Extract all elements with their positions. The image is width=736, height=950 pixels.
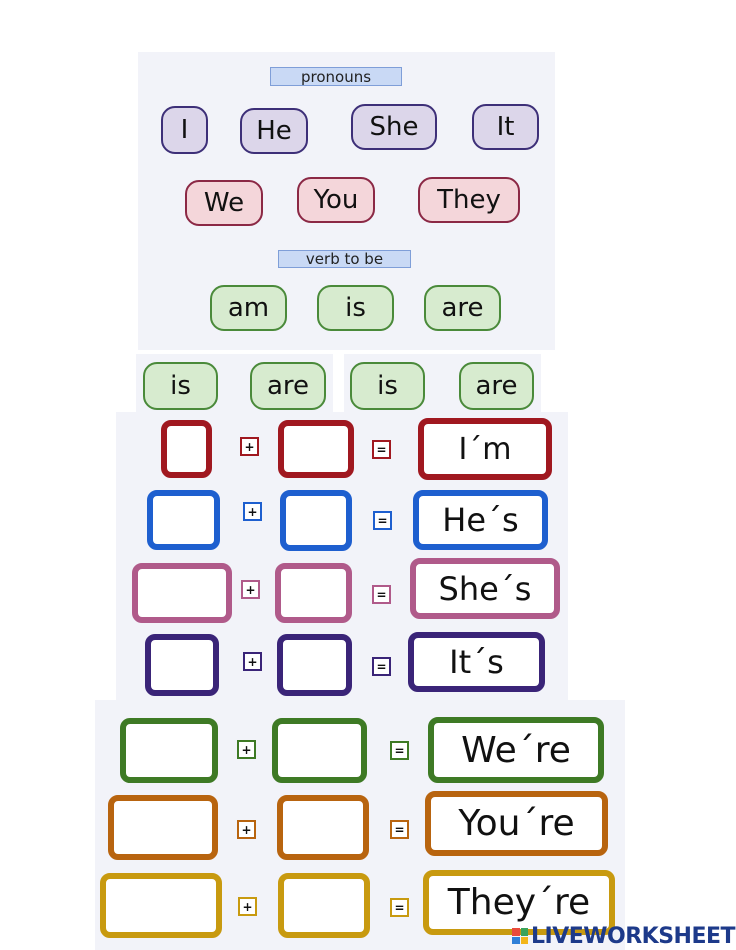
watermark-text: LIVEWORKSHEETS xyxy=(531,923,736,949)
contraction-result: She´s xyxy=(410,558,560,619)
drop-box-pronoun[interactable] xyxy=(132,563,232,623)
chip-am[interactable]: am xyxy=(210,285,287,331)
equals-icon: = xyxy=(372,657,391,676)
drop-box-pronoun[interactable] xyxy=(145,634,219,696)
equals-icon: = xyxy=(390,898,409,917)
chip-I[interactable]: I xyxy=(161,106,208,154)
drag-chip-is[interactable]: is xyxy=(143,362,218,410)
equals-icon: = xyxy=(390,820,409,839)
drag-chip-are[interactable]: are xyxy=(250,362,326,410)
contraction-result: I´m xyxy=(418,418,552,480)
drop-box-pronoun[interactable] xyxy=(108,795,218,860)
verb-to-be-heading: verb to be xyxy=(278,250,411,268)
contraction-result: It´s xyxy=(408,632,545,692)
chip-she[interactable]: She xyxy=(351,104,437,150)
plus-icon: + xyxy=(237,740,256,759)
drop-box-verb[interactable] xyxy=(278,873,370,938)
plus-icon: + xyxy=(238,897,257,916)
drop-box-verb[interactable] xyxy=(278,420,354,478)
pronouns-heading: pronouns xyxy=(270,67,402,86)
drop-box-pronoun[interactable] xyxy=(120,718,218,783)
drop-box-verb[interactable] xyxy=(277,634,352,696)
contraction-result: He´s xyxy=(413,490,548,550)
chip-you[interactable]: You xyxy=(297,177,375,223)
drop-box-pronoun[interactable] xyxy=(147,490,220,550)
liveworksheets-logo: LIVEWORKSHEETS xyxy=(512,923,736,949)
plus-icon: + xyxy=(243,502,262,521)
drop-box-verb[interactable] xyxy=(277,795,369,860)
plus-icon: + xyxy=(240,437,259,456)
chip-is[interactable]: is xyxy=(317,285,394,331)
drop-box-pronoun[interactable] xyxy=(100,873,222,938)
drop-box-verb[interactable] xyxy=(275,563,352,623)
equals-icon: = xyxy=(372,440,391,459)
drop-box-verb[interactable] xyxy=(272,718,367,783)
logo-mark-icon xyxy=(512,928,528,944)
chip-he[interactable]: He xyxy=(240,108,308,154)
chip-it[interactable]: It xyxy=(472,104,539,150)
drag-chip-are[interactable]: are xyxy=(459,362,534,410)
plus-icon: + xyxy=(241,580,260,599)
contraction-result: We´re xyxy=(428,717,604,783)
equals-icon: = xyxy=(372,585,391,604)
drop-box-verb[interactable] xyxy=(280,490,352,551)
contraction-result: You´re xyxy=(425,791,608,856)
drop-box-pronoun[interactable] xyxy=(161,420,212,478)
plus-icon: + xyxy=(237,820,256,839)
chip-we[interactable]: We xyxy=(185,180,263,226)
chip-they[interactable]: They xyxy=(418,177,520,223)
equals-icon: = xyxy=(390,741,409,760)
plus-icon: + xyxy=(243,652,262,671)
equals-icon: = xyxy=(373,511,392,530)
drag-chip-is[interactable]: is xyxy=(350,362,425,410)
chip-are[interactable]: are xyxy=(424,285,501,331)
